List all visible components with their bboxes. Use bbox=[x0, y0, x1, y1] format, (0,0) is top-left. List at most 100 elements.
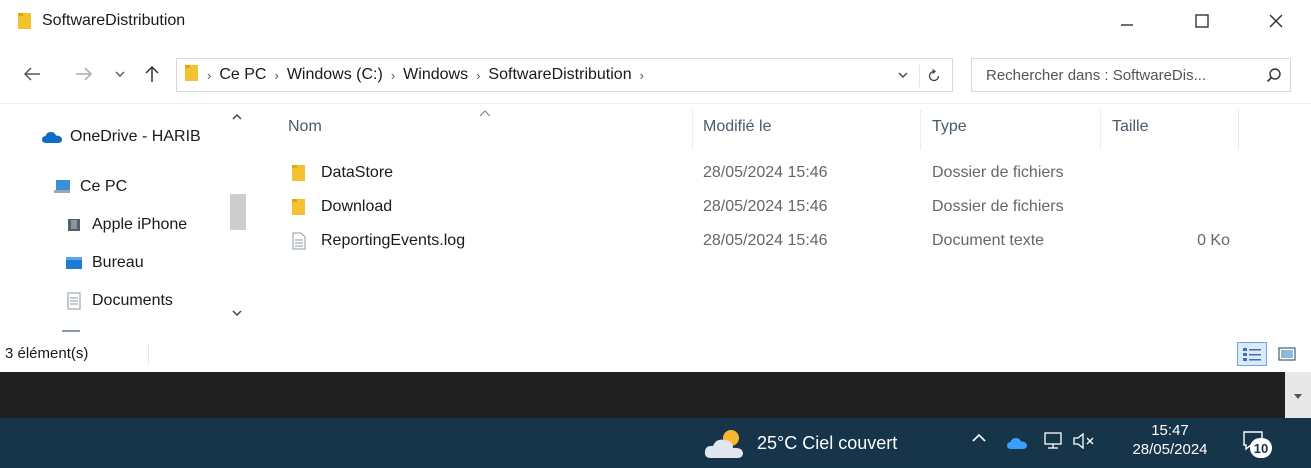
details-view-button[interactable] bbox=[1237, 342, 1267, 366]
minimize-button[interactable] bbox=[1097, 0, 1157, 42]
sidebar-item-ce-pc[interactable]: Ce PC bbox=[50, 178, 127, 196]
folder-icon bbox=[185, 64, 199, 87]
sidebar-item-documents[interactable]: Documents bbox=[62, 292, 173, 310]
up-button[interactable] bbox=[138, 60, 166, 88]
column-separator[interactable] bbox=[1100, 110, 1101, 150]
breadcrumb-separator: › bbox=[207, 67, 212, 83]
search-icon[interactable] bbox=[1266, 67, 1282, 87]
file-name[interactable]: ReportingEvents.log bbox=[321, 232, 465, 250]
address-dropdown-button[interactable] bbox=[897, 65, 909, 90]
address-bar[interactable]: › Ce PC › Windows (C:) › Windows › Softw… bbox=[176, 58, 953, 92]
text-file-icon bbox=[292, 232, 306, 255]
file-type: Dossier de fichiers bbox=[932, 164, 1064, 181]
navigation-row: › Ce PC › Windows (C:) › Windows › Softw… bbox=[0, 52, 1311, 96]
background-window bbox=[0, 372, 1311, 420]
weather-cloudy-icon[interactable] bbox=[703, 428, 749, 465]
table-row[interactable]: ReportingEvents.log 28/05/2024 15:46 Doc… bbox=[270, 226, 1270, 258]
breadcrumb-item[interactable]: SoftwareDistribution bbox=[488, 66, 631, 84]
scrollbar-thumb[interactable] bbox=[230, 194, 246, 230]
large-icons-view-button[interactable] bbox=[1272, 342, 1302, 366]
large-icons-view-icon bbox=[1278, 347, 1296, 361]
column-separator[interactable] bbox=[920, 110, 921, 150]
phone-icon bbox=[62, 216, 86, 234]
pc-icon bbox=[50, 178, 74, 196]
breadcrumb-separator[interactable]: › bbox=[640, 68, 644, 83]
minimize-icon bbox=[1121, 24, 1133, 26]
sidebar-item-apple-iphone[interactable]: Apple iPhone bbox=[62, 216, 187, 234]
status-bar: 3 élément(s) bbox=[0, 338, 1311, 370]
folder-icon bbox=[18, 12, 32, 35]
breadcrumb-item[interactable]: Windows (C:) bbox=[287, 66, 383, 84]
search-input[interactable]: Rechercher dans : SoftwareDis... bbox=[971, 58, 1291, 92]
column-separator[interactable] bbox=[692, 110, 693, 150]
clock-date: 28/05/2024 bbox=[1132, 441, 1208, 458]
taskbar: 25°C Ciel couvert 15:47 28/05/2024 10 bbox=[0, 418, 1311, 468]
recent-locations-button[interactable] bbox=[110, 60, 130, 88]
column-header-name[interactable]: Nom bbox=[288, 118, 322, 136]
title-bar: SoftwareDistribution bbox=[0, 0, 1311, 42]
column-separator[interactable] bbox=[1238, 110, 1239, 150]
table-row[interactable]: DataStore 28/05/2024 15:46 Dossier de fi… bbox=[270, 158, 1270, 190]
file-modified: 28/05/2024 15:46 bbox=[703, 232, 828, 249]
column-header-type[interactable]: Type bbox=[932, 118, 967, 136]
notification-count-badge: 10 bbox=[1250, 438, 1272, 458]
folder-icon bbox=[292, 164, 306, 187]
breadcrumb-item[interactable]: Windows bbox=[403, 66, 468, 84]
refresh-icon bbox=[928, 69, 939, 82]
breadcrumb-separator[interactable]: › bbox=[274, 68, 278, 83]
chevron-down-icon bbox=[115, 71, 125, 77]
chevron-up-icon[interactable] bbox=[970, 430, 988, 451]
item-count: 3 élément(s) bbox=[5, 345, 89, 362]
sidebar-item-bureau[interactable]: Bureau bbox=[62, 254, 144, 272]
network-icon[interactable] bbox=[1042, 431, 1064, 456]
file-type: Document texte bbox=[932, 232, 1045, 249]
scroll-up-icon[interactable] bbox=[230, 110, 244, 128]
arrow-right-icon bbox=[76, 67, 93, 81]
sidebar-item-label: OneDrive - HARIB bbox=[70, 128, 201, 145]
documents-icon bbox=[62, 292, 86, 310]
arrow-left-icon bbox=[23, 67, 40, 81]
weather-text[interactable]: 25°C Ciel couvert bbox=[757, 433, 897, 454]
sort-ascending-icon bbox=[478, 104, 492, 120]
scroll-down-icon bbox=[1294, 394, 1302, 399]
clock[interactable]: 15:47 28/05/2024 bbox=[1120, 418, 1220, 458]
sidebar-item-label: Apple iPhone bbox=[92, 216, 188, 233]
sidebar-item-onedrive[interactable]: OneDrive - HARIB bbox=[40, 128, 201, 146]
file-type: Dossier de fichiers bbox=[932, 198, 1064, 215]
sidebar-item-label: Documents bbox=[92, 292, 173, 309]
back-button[interactable] bbox=[18, 60, 46, 88]
chevron-down-icon bbox=[898, 72, 908, 78]
file-modified: 28/05/2024 15:46 bbox=[703, 198, 828, 215]
file-name[interactable]: DataStore bbox=[321, 164, 393, 182]
sidebar-item-label: Bureau bbox=[92, 254, 144, 271]
folder-icon bbox=[292, 198, 306, 221]
sidebar-item-label: Ce PC bbox=[80, 178, 128, 195]
refresh-button[interactable] bbox=[919, 65, 947, 87]
file-modified: 28/05/2024 15:46 bbox=[703, 164, 828, 181]
volume-muted-icon[interactable] bbox=[1072, 431, 1096, 456]
file-name[interactable]: Download bbox=[321, 198, 392, 216]
table-row[interactable]: Download 28/05/2024 15:46 Dossier de fic… bbox=[270, 192, 1270, 224]
close-button[interactable] bbox=[1246, 0, 1306, 42]
notification-center-button[interactable]: 10 bbox=[1242, 430, 1272, 458]
scroll-down-icon[interactable] bbox=[230, 306, 244, 324]
arrow-up-icon bbox=[145, 65, 159, 82]
divider bbox=[148, 344, 149, 364]
breadcrumb-separator[interactable]: › bbox=[476, 68, 480, 83]
onedrive-icon[interactable] bbox=[1006, 434, 1028, 455]
file-size: 0 Ko bbox=[1197, 232, 1230, 249]
column-header-size[interactable]: Taille bbox=[1112, 118, 1148, 136]
forward-button[interactable] bbox=[70, 60, 98, 88]
column-header-modified[interactable]: Modifié le bbox=[703, 118, 771, 136]
maximize-button[interactable] bbox=[1172, 0, 1232, 42]
column-header-row: Nom Modifié le Type Taille bbox=[270, 110, 1270, 150]
search-placeholder: Rechercher dans : SoftwareDis... bbox=[986, 66, 1207, 84]
breadcrumb-item[interactable]: Ce PC bbox=[219, 66, 266, 84]
scroll-down-button[interactable] bbox=[1285, 372, 1311, 420]
clock-time: 15:47 bbox=[1151, 422, 1189, 439]
window-title: SoftwareDistribution bbox=[42, 12, 186, 29]
navigation-scrollbar[interactable] bbox=[226, 110, 250, 332]
navigation-pane: OneDrive - HARIB Ce PC Apple iPhone Bure… bbox=[0, 104, 250, 336]
breadcrumb-separator[interactable]: › bbox=[391, 68, 395, 83]
close-icon bbox=[1269, 14, 1283, 28]
